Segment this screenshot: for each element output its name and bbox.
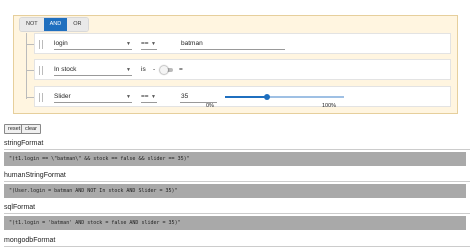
section-title: mongodbFormat — [4, 237, 56, 244]
chevron-down-icon: ▼ — [126, 41, 131, 47]
chevron-down-icon: ▼ — [126, 67, 131, 73]
operator-select[interactable]: == ▼ — [141, 91, 157, 103]
output-code: "(t1.login == \"batman\" && stock == fal… — [4, 152, 466, 166]
divider — [4, 213, 470, 214]
divider — [4, 246, 470, 247]
slider-max-label: 100% — [322, 103, 337, 109]
slider-number-input[interactable]: 35 — [180, 91, 217, 103]
tree-branch — [26, 97, 34, 98]
operator-select[interactable]: == ▼ — [141, 38, 157, 50]
divider — [4, 181, 470, 182]
slider-thumb[interactable] — [263, 94, 270, 100]
switch-value-label: = — [179, 66, 183, 73]
divider — [4, 149, 470, 150]
rule-slider: Slider ▼ == ▼ 35 — [34, 86, 451, 107]
output-code: "(t1.login = 'batman' AND stock = false … — [4, 216, 466, 230]
rule-login: login ▼ == ▼ batman — [34, 33, 451, 54]
conjunction-group: NOT AND OR — [20, 18, 88, 31]
operator-extra: - — [153, 66, 156, 73]
chevron-down-icon: ▼ — [126, 94, 131, 100]
boolean-switch[interactable] — [160, 66, 175, 74]
field-select[interactable]: Slider ▼ — [54, 91, 132, 103]
field-select[interactable]: In stock ▼ — [54, 64, 132, 76]
conjunction-or-button[interactable]: OR — [67, 18, 88, 31]
conjunction-not-button[interactable]: NOT — [20, 18, 44, 31]
rule-in-stock: In stock ▼ is - = — [34, 59, 451, 80]
field-select[interactable]: login ▼ — [54, 38, 132, 50]
operator-label: is — [141, 66, 146, 73]
section-title: humanStringFormat — [4, 172, 66, 179]
tree-line — [26, 33, 27, 99]
tree-branch — [26, 44, 34, 45]
drag-handle-icon[interactable] — [39, 93, 43, 102]
value-input[interactable]: batman — [180, 38, 285, 50]
tree-branch — [26, 70, 34, 71]
slider-min-label: 0% — [206, 103, 214, 109]
drag-handle-icon[interactable] — [39, 66, 43, 75]
output-code: "(User.login = batman AND NOT In stock A… — [4, 184, 466, 198]
clear-button[interactable]: clear — [21, 124, 41, 134]
slider-fill — [225, 96, 267, 98]
conjunction-and-button[interactable]: AND — [43, 18, 68, 31]
query-builder: NOT AND OR login ▼ == ▼ batman In stock … — [13, 15, 458, 114]
switch-knob — [160, 66, 168, 74]
chevron-down-icon: ▼ — [151, 94, 156, 100]
section-title: sqlFormat — [4, 204, 36, 211]
chevron-down-icon: ▼ — [151, 41, 156, 47]
section-title: stringFormat — [4, 140, 44, 147]
drag-handle-icon[interactable] — [39, 40, 43, 49]
